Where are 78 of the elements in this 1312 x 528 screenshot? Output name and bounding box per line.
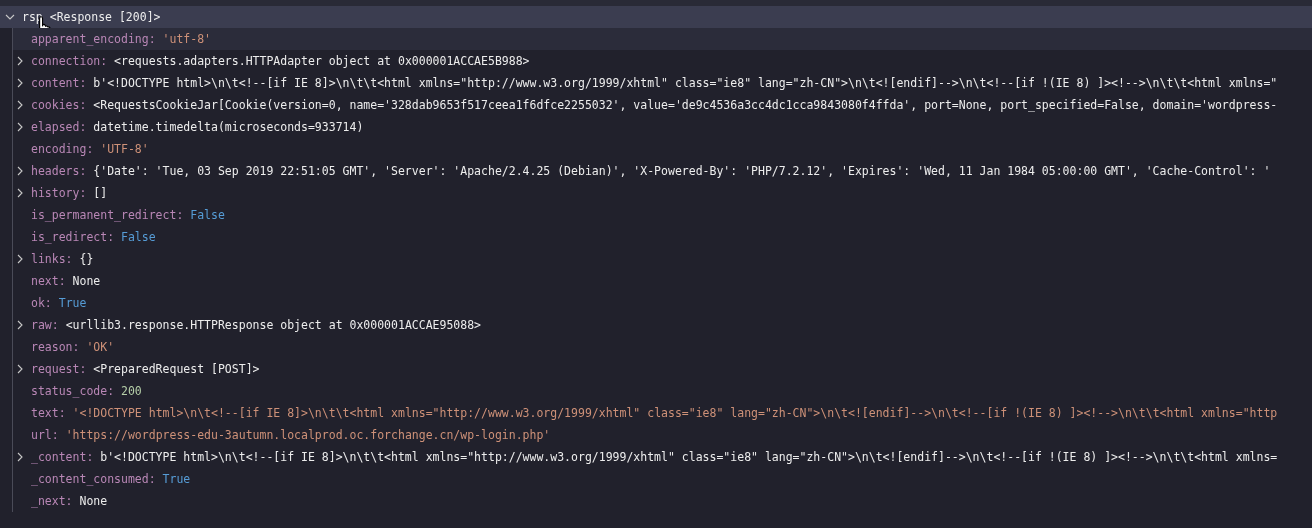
property-value: <requests.adapters.HTTPAdapter object at 0x000001ACCAE5B988> — [114, 54, 530, 68]
tree-row[interactable]: is_redirect: False — [13, 226, 1312, 248]
tree-row[interactable]: links: {} — [13, 248, 1312, 270]
chevron-icon[interactable] — [15, 254, 25, 264]
property-name: reason: — [31, 340, 80, 354]
tree-row[interactable]: apparent_encoding: 'utf-8' — [13, 28, 1312, 50]
property-value: 'utf-8' — [162, 32, 211, 46]
property-name: apparent_encoding: — [31, 32, 156, 46]
property-name: content: — [31, 76, 87, 90]
property-value: None — [72, 274, 101, 288]
property-value: True — [58, 296, 87, 310]
property-value: 200 — [121, 384, 142, 398]
tree-row[interactable]: encoding: 'UTF-8' — [13, 138, 1312, 160]
tree-row[interactable]: status_code: 200 — [13, 380, 1312, 402]
tree-row[interactable]: request: <PreparedRequest [POST]> — [13, 358, 1312, 380]
property-name: _content_consumed: — [31, 472, 156, 486]
property-value: 'UTF-8' — [100, 142, 149, 156]
tree-row[interactable]: history: [] — [13, 182, 1312, 204]
variable-value: <Response [200]> — [49, 10, 161, 24]
property-value: False — [190, 208, 225, 222]
tree-row[interactable]: text: '<!DOCTYPE html>\n\t<!--[if IE 8]>\n\t\t<html xmlns="http://www.w3.org/1999/xhtml" class="ie8" lang="zh-CN">\n\t<![endif]-->\n\t<!--[if !(IE 8) ]><!-->\n\t\t<html xmlns="http — [13, 402, 1312, 424]
property-value: <RequestsCookieJar[Cookie(version=0, name='328dab9653f517ceea1f6dfce2255032', value='de9c4536a3cc4dc1cca9843080f4ffda', port=None, port_specified=False, domain='wordpress- — [93, 98, 1278, 112]
tree-row[interactable]: elapsed: datetime.timedelta(microseconds=933714) — [13, 116, 1312, 138]
property-name: elapsed: — [31, 120, 87, 134]
property-value: True — [162, 472, 191, 486]
property-value: b'<!DOCTYPE html>\n\t<!--[if IE 8]>\n\t\t<html xmlns="http://www.w3.org/1999/xhtml" class="ie8" lang="zh-CN">\n\t<![endif]-->\n\t<!--[if !(IE 8) ]><!-->\n\t\t<html xmlns= — [100, 450, 1278, 464]
tree-row[interactable]: content: b'<!DOCTYPE html>\n\t<!--[if IE 8]>\n\t\t<html xmlns="http://www.w3.org/1999/xhtml" class="ie8" lang="zh-CN">\n\t<![endif]-->\n\t<!--[if !(IE 8) ]><!-->\n\t\t<html xmlns=" — [13, 72, 1312, 94]
chevron-icon[interactable] — [15, 320, 25, 330]
property-name: _content: — [31, 450, 94, 464]
tree-row[interactable]: raw: <urllib3.response.HTTPResponse object at 0x000001ACCAE95088> — [13, 314, 1312, 336]
chevron-icon[interactable] — [15, 166, 25, 176]
property-name: history: — [31, 186, 87, 200]
tree-row[interactable]: _next: None — [13, 490, 1312, 512]
property-name: is_permanent_redirect: — [31, 208, 184, 222]
tree-row[interactable]: headers: {'Date': 'Tue, 03 Sep 2019 22:51:05 GMT', 'Server': 'Apache/2.4.25 (Debian)', 'X-Powered-By': 'PHP/7.2.12', 'Expires': 'Wed, 11 Jan 1984 05:00:00 GMT', 'Cache-Control': ' — [13, 160, 1312, 182]
property-value: 'https://wordpress-edu-3autumn.localprod.oc.forchange.cn/wp-login.php' — [65, 428, 551, 442]
property-name: _next: — [31, 494, 73, 508]
property-name: ok: — [31, 296, 52, 310]
property-name: url: — [31, 428, 59, 442]
property-value: <PreparedRequest [POST]> — [93, 362, 260, 376]
property-value: [] — [93, 186, 108, 200]
property-value: 'OK' — [86, 340, 115, 354]
chevron-icon[interactable] — [15, 364, 25, 374]
property-value: datetime.timedelta(microseconds=933714) — [93, 120, 364, 134]
property-value: {'Date': 'Tue, 03 Sep 2019 22:51:05 GMT', 'Server': 'Apache/2.4.25 (Debian)', 'X-Powered-By': 'PHP/7.2.12', 'Expires': 'Wed, 11 Jan 1984 05:00:00 GMT', 'Cache-Control': ' — [93, 164, 1271, 178]
tree-row[interactable]: next: None — [13, 270, 1312, 292]
property-name: is_redirect: — [31, 230, 115, 244]
property-name: raw: — [31, 318, 59, 332]
property-name: links: — [31, 252, 73, 266]
property-value: '<!DOCTYPE html>\n\t<!--[if IE 8]>\n\t\t<html xmlns="http://www.w3.org/1999/xhtml" class="ie8" lang="zh-CN">\n\t<![endif]-->\n\t<!--[if !(IE 8) ]><!-->\n\t\t<html xmlns="http — [72, 406, 1278, 420]
property-name: headers: — [31, 164, 87, 178]
tree-row[interactable]: cookies: <RequestsCookieJar[Cookie(version=0, name='328dab9653f517ceea1f6dfce2255032', value='de9c4536a3cc4dc1cca9843080f4ffda', port=None, port_specified=False, domain='wordpress- — [13, 94, 1312, 116]
chevron-icon[interactable] — [5, 12, 15, 22]
property-value: {} — [79, 252, 94, 266]
chevron-icon[interactable] — [15, 188, 25, 198]
property-name: text: — [31, 406, 66, 420]
chevron-icon[interactable] — [15, 122, 25, 132]
property-name: status_code: — [31, 384, 115, 398]
tree-row[interactable]: _content_consumed: True — [13, 468, 1312, 490]
chevron-icon[interactable] — [15, 100, 25, 110]
property-name: encoding: — [31, 142, 94, 156]
chevron-icon[interactable] — [15, 78, 25, 88]
property-value: False — [121, 230, 156, 244]
tree-row[interactable]: _content: b'<!DOCTYPE html>\n\t<!--[if IE 8]>\n\t\t<html xmlns="http://www.w3.org/1999/xhtml" class="ie8" lang="zh-CN">\n\t<![endif]-->\n\t<!--[if !(IE 8) ]><!-->\n\t\t<html xmlns= — [13, 446, 1312, 468]
tree-row[interactable]: ok: True — [13, 292, 1312, 314]
property-name: connection: — [31, 54, 108, 68]
tree-row[interactable]: url: 'https://wordpress-edu-3autumn.localprod.oc.forchange.cn/wp-login.php' — [13, 424, 1312, 446]
chevron-icon[interactable] — [15, 452, 25, 462]
property-value: None — [79, 494, 108, 508]
property-value: b'<!DOCTYPE html>\n\t<!--[if IE 8]>\n\t\t<html xmlns="http://www.w3.org/1999/xhtml" class="ie8" lang="zh-CN">\n\t<![endif]-->\n\t<!--[if !(IE 8) ]><!-->\n\t\t<html xmlns=" — [93, 76, 1278, 90]
property-name: cookies: — [31, 98, 87, 112]
tree-row[interactable]: reason: 'OK' — [13, 336, 1312, 358]
property-value: <urllib3.response.HTTPResponse object at 0x000001ACCAE95088> — [65, 318, 482, 332]
property-name: request: — [31, 362, 87, 376]
property-name: next: — [31, 274, 66, 288]
chevron-icon[interactable] — [15, 56, 25, 66]
tree-row[interactable]: is_permanent_redirect: False — [13, 204, 1312, 226]
tree-row[interactable]: connection: <requests.adapters.HTTPAdapter object at 0x000001ACCAE5B988> — [13, 50, 1312, 72]
